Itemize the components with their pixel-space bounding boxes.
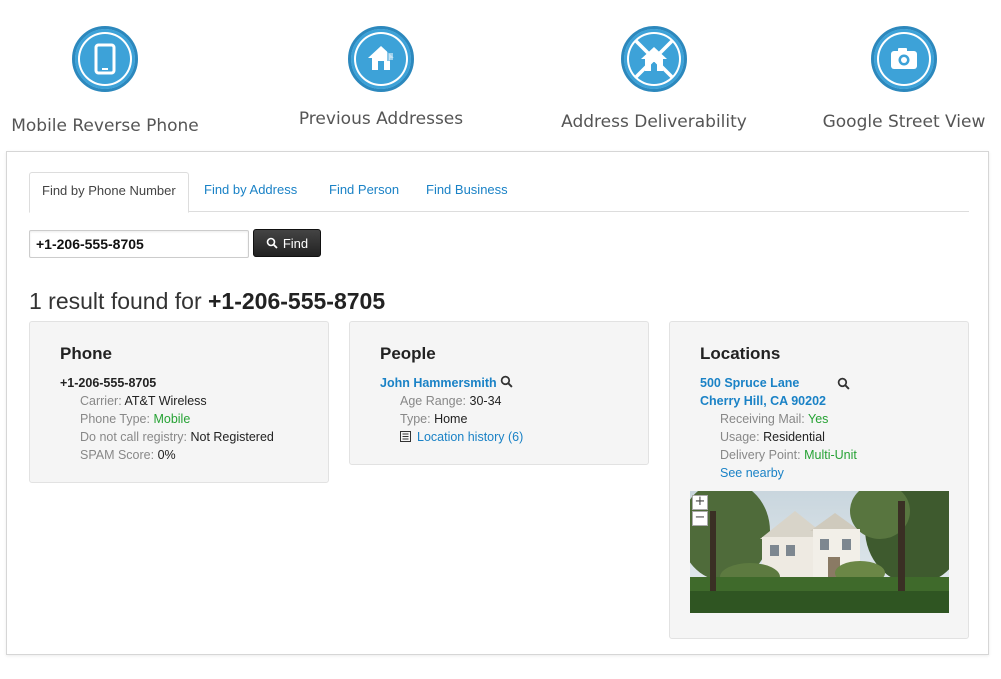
feature-label: Previous Addresses	[298, 109, 464, 129]
delivery-value: Multi-Unit	[804, 448, 857, 462]
tab-find-by-phone[interactable]: Find by Phone Number	[29, 172, 189, 213]
feature-address-deliverability: Address Deliverability	[534, 26, 774, 132]
person-type-value: Home	[434, 412, 468, 426]
result-query: +1-206-555-8705	[208, 288, 386, 314]
age-row: Age Range: 30-34	[380, 392, 618, 410]
feature-row: Mobile Reverse Phone Previous Addresses …	[0, 0, 1001, 150]
nearby-row: See nearby	[700, 464, 938, 482]
house-crossed-icon	[621, 26, 687, 92]
locations-card-title: Locations	[700, 344, 781, 363]
feature-label: Google Street View	[822, 112, 986, 132]
search-icon[interactable]	[500, 375, 513, 388]
feature-previous-addresses: Previous Addresses	[261, 26, 501, 129]
person-type-row: Type: Home	[380, 410, 618, 428]
phone-number: +1-206-555-8705	[60, 376, 157, 390]
find-button-label: Find	[282, 235, 309, 251]
house-icon	[348, 26, 414, 92]
feature-label: Address Deliverability	[561, 112, 747, 132]
phone-card-title: Phone	[60, 344, 112, 363]
tab-find-by-address[interactable]: Find by Address	[192, 172, 309, 212]
carrier-label: Carrier:	[80, 394, 122, 408]
see-nearby-link[interactable]: See nearby	[720, 466, 784, 480]
address-line2-row: Cherry Hill, CA 90202	[700, 392, 938, 410]
address-line1-link[interactable]: 500 Spruce Lane	[700, 376, 799, 390]
age-label: Age Range:	[400, 394, 467, 408]
usage-row: Usage: Residential	[700, 428, 938, 446]
mail-row: Receiving Mail: Yes	[700, 410, 938, 428]
phone-search-input[interactable]	[29, 230, 249, 258]
search-panel: Find by Phone Number Find by Address Fin…	[6, 151, 989, 655]
dnc-value: Not Registered	[190, 430, 274, 444]
mobile-phone-icon	[72, 26, 138, 92]
result-prefix: 1 result found for	[29, 288, 202, 314]
address-line1-row: 500 Spruce Lane	[700, 374, 938, 392]
history-row: Location history (6)	[380, 428, 618, 446]
person-row: John Hammersmith	[380, 374, 618, 392]
locations-card: Locations 500 Spruce Lane Cherry Hill, C…	[669, 321, 969, 639]
tab-find-business[interactable]: Find Business	[414, 172, 520, 212]
phone-type-label: Phone Type:	[80, 412, 150, 426]
feature-google-street-view: Google Street View	[784, 26, 1001, 132]
phone-type-row: Phone Type: Mobile	[60, 410, 298, 428]
find-button[interactable]: Find	[253, 229, 321, 257]
people-card: People John Hammersmith Age Range: 30-34…	[349, 321, 649, 465]
result-heading: 1 result found for +1-206-555-8705	[29, 288, 385, 315]
spam-row: SPAM Score: 0%	[60, 446, 298, 464]
carrier-row: Carrier: AT&T Wireless	[60, 392, 298, 410]
zoom-in-button[interactable]: +	[692, 495, 708, 510]
people-card-title: People	[380, 344, 436, 363]
person-type-label: Type:	[400, 412, 431, 426]
feature-label: Mobile Reverse Phone	[11, 116, 199, 136]
usage-label: Usage:	[720, 430, 760, 444]
street-view-zoom-control: + −	[692, 495, 708, 527]
spam-value: 0%	[157, 448, 176, 462]
search-icon	[266, 237, 278, 249]
age-value: 30-34	[469, 394, 502, 408]
dnc-row: Do not call registry: Not Registered	[60, 428, 298, 446]
person-name-link[interactable]: John Hammersmith	[380, 376, 497, 390]
dnc-label: Do not call registry:	[80, 430, 187, 444]
phone-type-value: Mobile	[153, 412, 191, 426]
location-history-link[interactable]: Location history (6)	[417, 430, 523, 444]
list-icon	[400, 431, 411, 442]
search-icon[interactable]	[837, 377, 850, 390]
usage-value: Residential	[763, 430, 825, 444]
mail-label: Receiving Mail:	[720, 412, 805, 426]
camera-icon	[871, 26, 937, 92]
delivery-row: Delivery Point: Multi-Unit	[700, 446, 938, 464]
feature-mobile-reverse-phone: Mobile Reverse Phone	[0, 26, 225, 136]
delivery-label: Delivery Point:	[720, 448, 801, 462]
spam-label: SPAM Score:	[80, 448, 155, 462]
carrier-value: AT&T Wireless	[124, 394, 207, 408]
zoom-out-button[interactable]: −	[692, 511, 708, 526]
street-view-image[interactable]: + −	[690, 491, 949, 613]
tab-find-person[interactable]: Find Person	[317, 172, 411, 212]
mail-value: Yes	[808, 412, 829, 426]
address-line2-link[interactable]: Cherry Hill, CA 90202	[700, 394, 826, 408]
street-view-photo	[690, 491, 949, 613]
phone-card: Phone +1-206-555-8705 Carrier: AT&T Wire…	[29, 321, 329, 483]
search-tabs: Find by Phone Number Find by Address Fin…	[29, 172, 969, 213]
